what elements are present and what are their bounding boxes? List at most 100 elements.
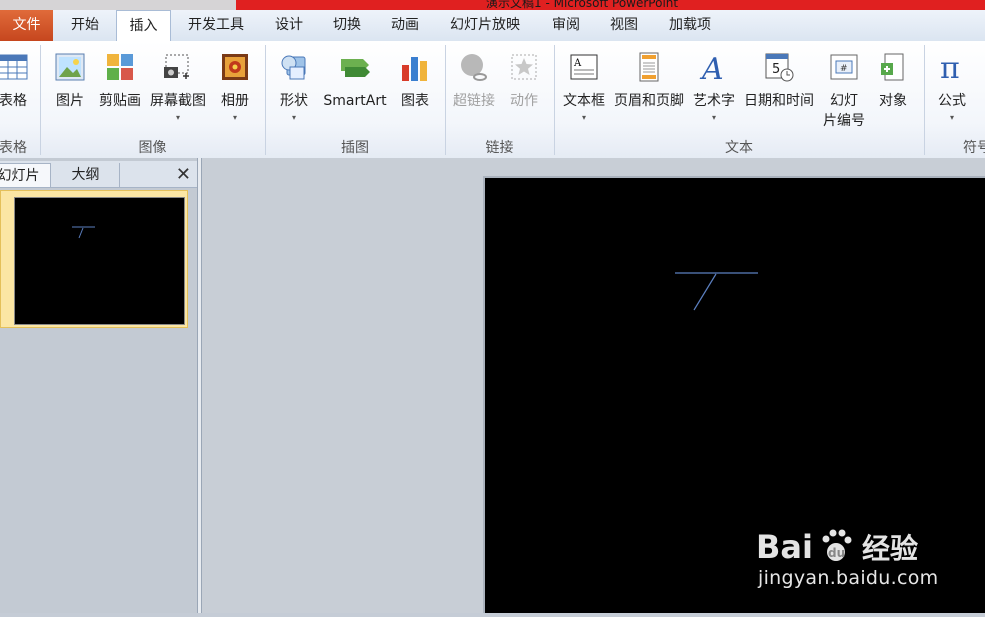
datetime-label: 日期和时间 xyxy=(744,93,814,109)
screenshot-button[interactable]: 屏幕截图 ▾ xyxy=(146,41,210,136)
dropdown-arrow-icon: ▾ xyxy=(175,113,180,122)
action-label: 动作 xyxy=(510,93,538,109)
table-button[interactable]: 表格 xyxy=(0,41,40,136)
clipart-button[interactable]: 剪贴画 xyxy=(96,41,144,136)
dropdown-arrow-icon: ▾ xyxy=(232,113,237,122)
watermark-url: jingyan.baidu.com xyxy=(758,567,939,589)
tab-view[interactable]: 视图 xyxy=(596,10,652,41)
object-label: 对象 xyxy=(879,93,907,109)
bar-chart-icon xyxy=(402,57,427,81)
svg-text:#: # xyxy=(840,64,848,74)
group-label-illustrations: 插图 xyxy=(341,140,369,156)
equation-button[interactable]: π 公式 ▾ xyxy=(930,41,974,136)
wordart-label: 艺术字 xyxy=(693,93,735,109)
wordart-icon: A xyxy=(699,52,724,83)
slide-number-label-line2: 片编号 xyxy=(823,113,865,129)
watermark-logo-du: du xyxy=(828,546,845,560)
action-star-icon xyxy=(511,54,537,80)
calendar-clock-icon: 5 xyxy=(765,53,794,82)
dropdown-arrow-icon: ▾ xyxy=(949,113,954,122)
action-button[interactable]: 动作 xyxy=(500,41,548,136)
wordart-button[interactable]: A 艺术字 ▾ xyxy=(690,41,738,136)
picture-button[interactable]: 图片 xyxy=(48,41,92,136)
textbox-button[interactable]: A 文本框 ▾ xyxy=(558,41,610,136)
close-icon[interactable]: ✕ xyxy=(176,164,191,186)
pi-icon: π xyxy=(940,51,960,83)
baidu-watermark-logo: Bai du 经验 xyxy=(756,528,918,566)
title-bar-highlight: 演示文稿1 - Microsoft PowerPoint xyxy=(236,0,985,10)
picture-label: 图片 xyxy=(56,93,84,109)
slide-thumbnail-selected[interactable] xyxy=(0,190,188,328)
equation-label: 公式 xyxy=(938,93,966,109)
slide-number-label-line1: 幻灯 xyxy=(830,93,858,109)
group-label-images: 图像 xyxy=(138,140,167,156)
hyperlink-label: 超链接 xyxy=(453,93,495,109)
camera-icon xyxy=(164,54,189,79)
slide-number-label: 幻灯 片编号 xyxy=(818,91,870,131)
quick-access-toolbar xyxy=(0,0,240,10)
slides-panel: 幻灯片 大纲 ✕ xyxy=(0,158,197,613)
watermark-logo-bai: Bai xyxy=(756,528,813,566)
tab-animations[interactable]: 动画 xyxy=(378,10,432,41)
svg-text:π: π xyxy=(940,51,960,83)
group-separator xyxy=(924,45,925,155)
tab-slideshow[interactable]: 幻灯片放映 xyxy=(434,10,536,41)
thumbnail-line-drawing xyxy=(72,226,95,239)
svg-text:A: A xyxy=(573,58,582,69)
dropdown-arrow-icon: ▾ xyxy=(291,113,296,122)
smartart-icon xyxy=(341,59,370,77)
header-footer-button[interactable]: 页眉和页脚 xyxy=(610,41,688,136)
smartart-label: SmartArt xyxy=(323,93,387,109)
album-label: 相册 xyxy=(221,93,249,109)
smartart-button[interactable]: SmartArt xyxy=(318,41,392,136)
title-bar: 演示文稿1 - Microsoft PowerPoint xyxy=(0,0,985,10)
ribbon-tabs: 文件 开始 插入 开发工具 设计 切换 动画 幻灯片放映 审阅 视图 加载项 xyxy=(0,10,985,42)
tab-outline[interactable]: 大纲 xyxy=(52,163,120,187)
shapes-button[interactable]: 形状 ▾ xyxy=(272,41,316,136)
object-button[interactable]: 对象 xyxy=(870,41,916,136)
album-button[interactable]: 相册 ▾ xyxy=(212,41,258,136)
hyperlink-button[interactable]: 超链接 xyxy=(450,41,498,136)
tab-design[interactable]: 设计 xyxy=(262,10,316,41)
svg-text:A: A xyxy=(699,52,724,83)
tab-transitions[interactable]: 切换 xyxy=(318,10,376,41)
slide-number-button[interactable]: # 幻灯 片编号 xyxy=(818,41,870,136)
tab-home[interactable]: 开始 xyxy=(56,10,114,41)
tab-developer[interactable]: 开发工具 xyxy=(172,10,260,41)
tab-addins[interactable]: 加载项 xyxy=(654,10,726,41)
textbox-icon: A xyxy=(570,54,598,80)
tab-insert[interactable]: 插入 xyxy=(116,10,171,42)
header-footer-label: 页眉和页脚 xyxy=(614,93,684,109)
textbox-label: 文本框 xyxy=(563,93,605,109)
table-label: 表格 xyxy=(0,93,27,109)
group-label-tables: 表格 xyxy=(0,140,27,156)
ribbon-insert: 表格 图片 剪贴画 屏幕截图 ▾ 相册 ▾ 图像 表格 形状 ▾ SmartAr… xyxy=(0,41,985,159)
screenshot-label: 屏幕截图 xyxy=(150,93,206,109)
slide-number-icon: # xyxy=(830,54,858,80)
globe-link-icon xyxy=(461,54,487,81)
shapes-label: 形状 xyxy=(280,93,308,109)
svg-text:5: 5 xyxy=(772,62,780,77)
dropdown-arrow-icon: ▾ xyxy=(711,113,716,122)
tab-slides[interactable]: 幻灯片 xyxy=(0,163,51,187)
chart-label: 图表 xyxy=(401,93,429,109)
clipart-label: 剪贴画 xyxy=(99,93,141,109)
tab-file[interactable]: 文件 xyxy=(0,10,53,41)
group-label-links: 链接 xyxy=(485,140,514,156)
group-label-symbols: 符号 xyxy=(963,140,985,156)
shapes-icon xyxy=(281,55,306,80)
clipart-icon xyxy=(107,54,133,80)
slide-thumbnail[interactable] xyxy=(14,197,185,325)
dropdown-arrow-icon: ▾ xyxy=(581,113,586,122)
chart-button[interactable]: 图表 xyxy=(394,41,436,136)
tab-review[interactable]: 审阅 xyxy=(538,10,594,41)
picture-icon xyxy=(55,53,85,81)
diagonal-line-shape[interactable] xyxy=(693,273,717,311)
photo-album-icon xyxy=(222,54,248,80)
table-icon xyxy=(0,54,28,80)
datetime-button[interactable]: 5 日期和时间 xyxy=(740,41,818,136)
group-label-text: 文本 xyxy=(725,140,753,156)
object-icon xyxy=(881,53,904,81)
watermark-logo-cn: 经验 xyxy=(862,532,918,565)
header-footer-icon xyxy=(639,52,659,82)
